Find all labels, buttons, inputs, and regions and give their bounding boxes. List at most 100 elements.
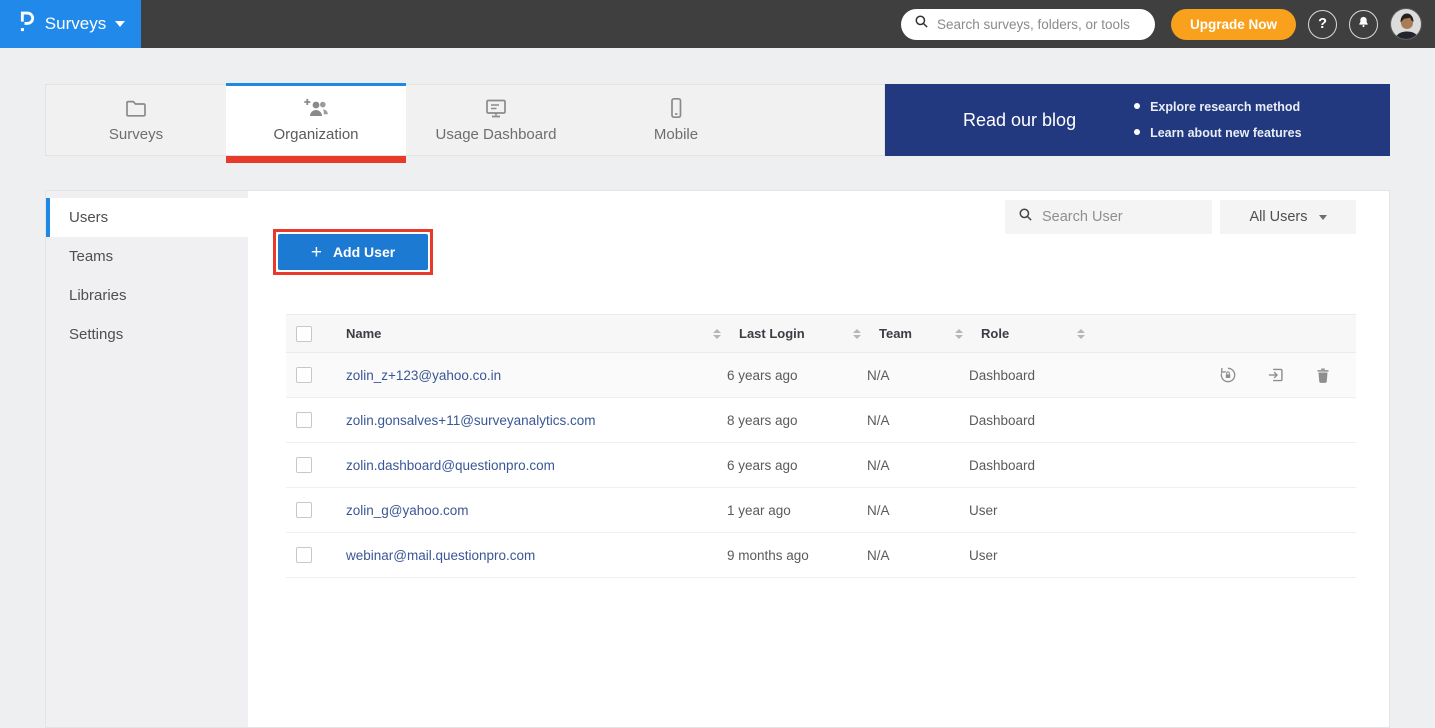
blog-promo-banner[interactable]: Read our blog Explore research methodLea… <box>885 84 1390 156</box>
nav-tabs: Surveys Organization Usage Dashboard Mob… <box>45 84 885 156</box>
product-label: Surveys <box>45 14 106 34</box>
chevron-down-icon <box>115 21 125 27</box>
upgrade-now-button[interactable]: Upgrade Now <box>1171 9 1296 40</box>
last-login-cell: 1 year ago <box>727 503 867 518</box>
select-all-checkbox[interactable] <box>296 326 312 342</box>
last-login-cell: 6 years ago <box>727 368 867 383</box>
table-row: webinar@mail.questionpro.com 9 months ag… <box>286 533 1356 578</box>
folder-icon <box>124 97 148 119</box>
tab-usage-dashboard[interactable]: Usage Dashboard <box>406 85 586 155</box>
row-checkbox-cell <box>286 547 334 563</box>
team-cell: N/A <box>867 548 969 563</box>
add-user-button[interactable]: + Add User <box>278 234 428 270</box>
sort-icon[interactable] <box>713 329 721 339</box>
add-user-label: Add User <box>333 244 395 260</box>
user-name-cell: zolin_z+123@yahoo.co.in <box>334 368 727 383</box>
sidebar-item-settings[interactable]: Settings <box>46 315 248 354</box>
column-label: Team <box>867 326 912 341</box>
column-label: Role <box>969 326 1009 341</box>
sort-icon[interactable] <box>853 329 861 339</box>
table-row: zolin_z+123@yahoo.co.in 6 years ago N/A … <box>286 353 1356 398</box>
column-label: Last Login <box>727 326 805 341</box>
delete-user-icon[interactable] <box>1314 366 1332 385</box>
topbar: Surveys Upgrade Now ? <box>0 0 1435 48</box>
annotation-underline <box>226 156 406 163</box>
last-login-cell: 9 months ago <box>727 548 867 563</box>
role-cell: Dashboard <box>969 458 1091 473</box>
row-checkbox[interactable] <box>296 367 312 383</box>
sort-icon[interactable] <box>1077 329 1085 339</box>
promo-bullet: Learn about new features <box>1134 120 1301 146</box>
tab-surveys[interactable]: Surveys <box>46 85 226 155</box>
help-button[interactable]: ? <box>1308 10 1337 39</box>
tab-mobile[interactable]: Mobile <box>586 85 766 155</box>
users-content: All Users + Add User Name Last Login Team R… <box>248 191 1389 727</box>
role-cell: Dashboard <box>969 413 1091 428</box>
organization-panel: UsersTeamsLibrariesSettings All Users + <box>45 190 1390 728</box>
global-search[interactable] <box>901 9 1155 40</box>
user-email-link[interactable]: zolin.gonsalves+11@surveyanalytics.com <box>346 413 595 428</box>
search-user-box[interactable] <box>1005 200 1212 234</box>
row-checkbox-cell <box>286 502 334 518</box>
row-checkbox-cell <box>286 412 334 428</box>
user-name-cell: webinar@mail.questionpro.com <box>334 548 727 563</box>
nav-strip: Surveys Organization Usage Dashboard Mob… <box>45 84 1390 156</box>
promo-bullet: Explore research method <box>1134 94 1301 120</box>
tab-organization[interactable]: Organization <box>226 85 406 155</box>
user-name-cell: zolin.dashboard@questionpro.com <box>334 458 727 473</box>
tab-label: Surveys <box>109 126 163 143</box>
row-checkbox-cell <box>286 367 334 383</box>
row-checkbox[interactable] <box>296 502 312 518</box>
team-cell: N/A <box>867 413 969 428</box>
active-tab-accent <box>226 83 406 86</box>
column-header-last-login[interactable]: Last Login <box>727 326 867 341</box>
row-checkbox[interactable] <box>296 457 312 473</box>
last-login-cell: 6 years ago <box>727 458 867 473</box>
column-header-role[interactable]: Role <box>969 326 1091 341</box>
users-table: Name Last Login Team Role zolin_z+123@yahoo… <box>286 314 1356 578</box>
user-controls: All Users <box>1005 200 1356 234</box>
team-cell: N/A <box>867 503 969 518</box>
sidebar-item-users[interactable]: Users <box>46 198 248 237</box>
tab-label: Usage Dashboard <box>436 126 557 143</box>
dashboard-icon <box>483 97 509 119</box>
tab-label: Mobile <box>654 126 698 143</box>
user-email-link[interactable]: zolin_z+123@yahoo.co.in <box>346 368 501 383</box>
last-login-cell: 8 years ago <box>727 413 867 428</box>
user-name-cell: zolin_g@yahoo.com <box>334 503 727 518</box>
role-cell: Dashboard <box>969 368 1091 383</box>
sidebar-item-libraries[interactable]: Libraries <box>46 276 248 315</box>
user-name-cell: zolin.gonsalves+11@surveyanalytics.com <box>334 413 727 428</box>
column-header-name[interactable]: Name <box>334 326 727 341</box>
notifications-button[interactable] <box>1349 10 1378 39</box>
user-email-link[interactable]: zolin_g@yahoo.com <box>346 503 469 518</box>
row-checkbox[interactable] <box>296 547 312 563</box>
column-label: Name <box>334 326 381 341</box>
row-checkbox[interactable] <box>296 412 312 428</box>
user-filter-dropdown[interactable]: All Users <box>1220 200 1356 234</box>
search-user-input[interactable] <box>1042 209 1229 225</box>
user-email-link[interactable]: zolin.dashboard@questionpro.com <box>346 458 555 473</box>
sidebar-item-teams[interactable]: Teams <box>46 237 248 276</box>
login-as-user-icon[interactable] <box>1266 365 1286 385</box>
plus-icon: + <box>311 243 322 262</box>
team-cell: N/A <box>867 458 969 473</box>
sort-icon[interactable] <box>955 329 963 339</box>
table-row: zolin.gonsalves+11@surveyanalytics.com 8… <box>286 398 1356 443</box>
column-header-team[interactable]: Team <box>867 326 969 341</box>
global-search-input[interactable] <box>937 17 1142 32</box>
users-table-body: zolin_z+123@yahoo.co.in 6 years ago N/A … <box>286 353 1356 578</box>
product-switcher[interactable]: Surveys <box>0 0 141 48</box>
role-cell: User <box>969 548 1091 563</box>
questionpro-logo-icon <box>16 9 36 40</box>
org-sidebar: UsersTeamsLibrariesSettings <box>46 191 248 727</box>
user-email-link[interactable]: webinar@mail.questionpro.com <box>346 548 535 563</box>
promo-title: Read our blog <box>963 110 1076 131</box>
promo-bullet-list: Explore research methodLearn about new f… <box>1134 94 1301 147</box>
user-avatar[interactable] <box>1390 8 1422 40</box>
bell-icon <box>1356 15 1371 34</box>
search-icon <box>1018 207 1033 227</box>
annotation-highlight-box: + Add User <box>273 229 433 275</box>
reset-password-icon[interactable] <box>1218 365 1238 385</box>
user-filter-label: All Users <box>1249 209 1307 225</box>
